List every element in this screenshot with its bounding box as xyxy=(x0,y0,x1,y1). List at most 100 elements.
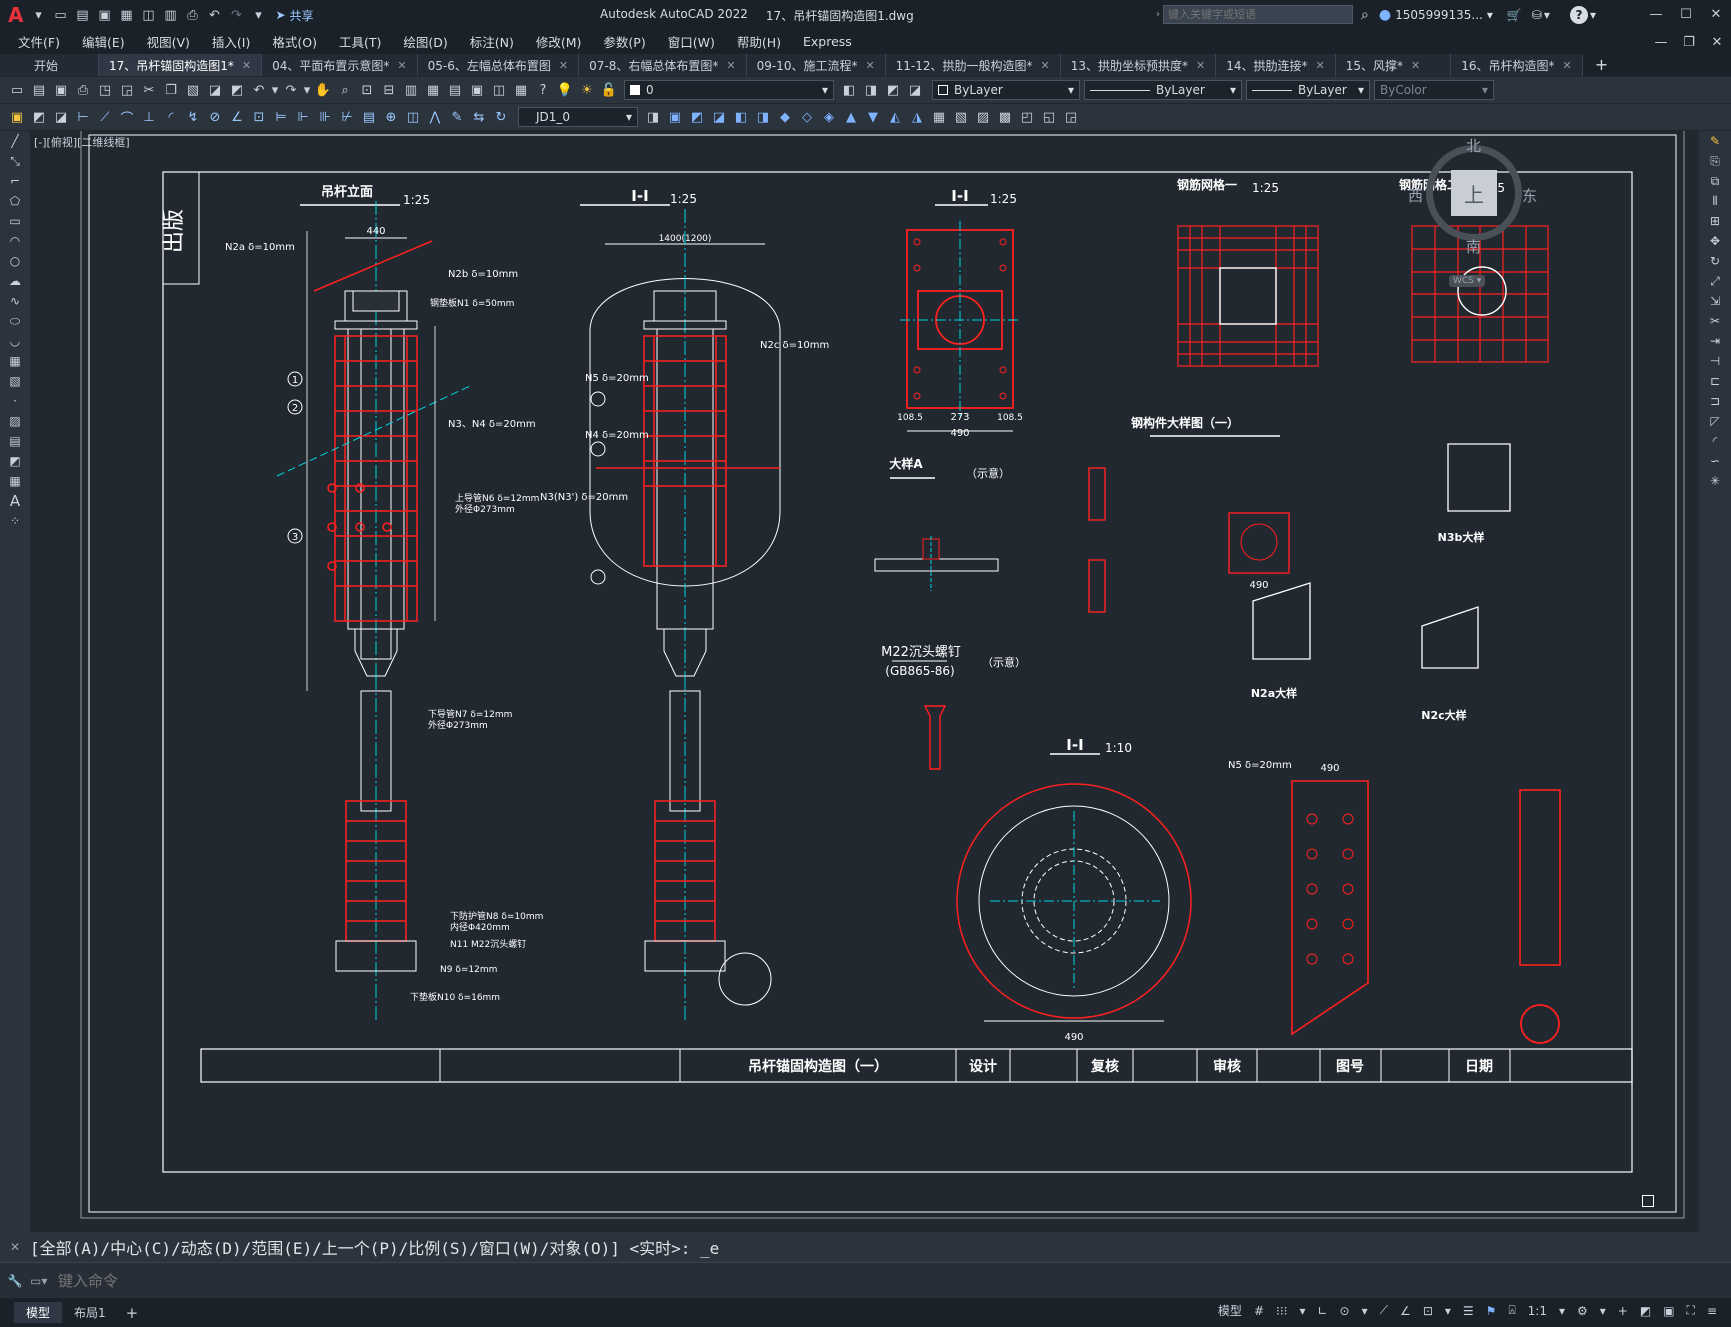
app-menu-chevron-icon[interactable]: ▾ xyxy=(27,5,49,25)
dim-jogged-icon[interactable]: ↯ xyxy=(182,107,204,127)
zoom-window-icon[interactable]: ⊡ xyxy=(356,80,378,100)
hatch-icon[interactable]: ▨ xyxy=(0,411,30,431)
tab-doc-14[interactable]: 14、拱肋连接* ✕ xyxy=(1216,54,1336,76)
ortho-icon[interactable]: ∟ xyxy=(1311,1304,1333,1318)
markup-icon[interactable]: ◫ xyxy=(488,80,510,100)
lineweight-dropdown[interactable]: ByLayer ▾ xyxy=(1246,80,1370,100)
wcs-button[interactable]: WCS ▾ xyxy=(1449,275,1486,287)
layer-previous-icon[interactable]: ◧ xyxy=(838,80,860,100)
layer-dropdown[interactable]: 0 ▾ xyxy=(624,80,834,100)
view-se-icon[interactable]: ◇ xyxy=(796,107,818,127)
layer-state-icon[interactable]: 💡 xyxy=(554,80,576,100)
tab-doc-07[interactable]: 07-8、右幅总体布置图* ✕ xyxy=(579,54,747,76)
lineweight-icon[interactable]: ☰ xyxy=(1457,1304,1480,1318)
osnap-tracking-icon[interactable]: ∠ xyxy=(1394,1304,1417,1318)
copy-icon[interactable]: ❐ xyxy=(160,80,182,100)
revcloud-icon[interactable]: ☁ xyxy=(0,271,30,291)
command-customize-icon[interactable]: 🔧 xyxy=(0,1274,30,1288)
workspace-chevron-icon[interactable]: ▾ xyxy=(1594,1304,1612,1318)
redo-chevron-icon[interactable]: ▾ xyxy=(302,80,312,100)
erase-icon[interactable]: ✎ xyxy=(1699,131,1731,151)
dim-space-icon[interactable]: ⊪ xyxy=(314,107,336,127)
linetype-dropdown[interactable]: ByLayer ▾ xyxy=(1084,80,1242,100)
refedit-icon[interactable]: ◱ xyxy=(1038,107,1060,127)
xclip-icon[interactable]: ◰ xyxy=(1016,107,1038,127)
osnap-icon[interactable]: ⊡ xyxy=(1417,1304,1439,1318)
tab-doc-15[interactable]: 15、风撑* ✕ xyxy=(1335,54,1452,76)
plot-icon[interactable]: ▥ xyxy=(159,5,181,25)
new-tab-icon[interactable]: + xyxy=(1595,55,1608,76)
view-sw-icon[interactable]: ◆ xyxy=(774,107,796,127)
search-input[interactable] xyxy=(1163,5,1353,24)
tab-doc-17[interactable]: 17、吊杆锚固构造图1* ✕ xyxy=(99,54,263,76)
blend-icon[interactable]: ∽ xyxy=(1699,451,1731,471)
block-insert-icon[interactable]: ▦ xyxy=(928,107,950,127)
tab-close-icon[interactable]: ✕ xyxy=(1196,59,1205,72)
view-ne-icon[interactable]: ◈ xyxy=(818,107,840,127)
color-dropdown[interactable]: ByLayer ▾ xyxy=(932,80,1080,100)
search-icon[interactable]: ⌕ xyxy=(1361,7,1369,23)
tab-doc-13[interactable]: 13、拱肋坐标预拱度* ✕ xyxy=(1060,54,1217,76)
add-annotation-icon[interactable]: + xyxy=(1612,1304,1634,1318)
view-top-icon[interactable]: ◩ xyxy=(686,107,708,127)
viewcube-west[interactable]: 西 xyxy=(1408,185,1423,206)
tab-doc-16[interactable]: 16、吊杆构造图* ✕ xyxy=(1451,54,1583,76)
view-right-icon[interactable]: ◨ xyxy=(752,107,774,127)
layer-lock-icon[interactable]: 🔓 xyxy=(598,80,620,100)
dim-linear-icon[interactable]: ⊢ xyxy=(72,107,94,127)
tab-start[interactable]: 开始 xyxy=(0,54,100,76)
ws3-icon[interactable]: ◪ xyxy=(50,107,72,127)
search-expand-icon[interactable]: › xyxy=(1156,9,1160,20)
menu-edit[interactable]: 编辑(E) xyxy=(71,32,136,51)
redo-icon[interactable]: ↷ xyxy=(225,5,247,25)
osnap-chevron-icon[interactable]: ▾ xyxy=(1439,1304,1457,1318)
extend-icon[interactable]: ⇥ xyxy=(1699,331,1731,351)
scale-icon[interactable]: ⤢ xyxy=(1699,271,1731,291)
doc-restore-icon[interactable]: ❐ xyxy=(1675,32,1703,52)
customize-chevron-icon[interactable]: ▾ xyxy=(247,5,269,25)
customize-status-icon[interactable]: ≡ xyxy=(1701,1304,1723,1318)
ws-icon[interactable]: ▣ xyxy=(6,107,28,127)
menu-express[interactable]: Express xyxy=(792,34,863,49)
dim-arc-icon[interactable]: ⌒ xyxy=(116,107,138,127)
ellipse-arc-icon[interactable]: ◡ xyxy=(0,331,30,351)
polygon-icon[interactable]: ⬠ xyxy=(0,191,30,211)
polar-chevron-icon[interactable]: ▾ xyxy=(1356,1304,1374,1318)
tab-doc-04[interactable]: 04、平面布置示意图* ✕ xyxy=(262,54,418,76)
menu-parametric[interactable]: 参数(P) xyxy=(592,32,656,51)
user-chevron-icon[interactable]: ▾ xyxy=(1487,8,1493,22)
line-icon[interactable]: ╱ xyxy=(0,131,30,151)
view-iso-icon[interactable]: ◭ xyxy=(884,107,906,127)
dim-baseline-icon[interactable]: ⊨ xyxy=(270,107,292,127)
trim-icon[interactable]: ✂ xyxy=(1699,311,1731,331)
menu-tools[interactable]: 工具(T) xyxy=(328,32,392,51)
properties-icon[interactable]: ▥ xyxy=(400,80,422,100)
menu-window[interactable]: 窗口(W) xyxy=(657,32,726,51)
layer-manager-icon[interactable]: ◨ xyxy=(860,80,882,100)
chamfer-icon[interactable]: ◸ xyxy=(1699,411,1731,431)
sheetset-icon[interactable]: ▣ xyxy=(466,80,488,100)
break-icon[interactable]: ⊏ xyxy=(1699,371,1731,391)
ellipse-icon[interactable]: ⬭ xyxy=(0,311,30,331)
command-close-icon[interactable]: ✕ xyxy=(0,1240,30,1254)
center-mark-icon[interactable]: ⊕ xyxy=(380,107,402,127)
undo-icon[interactable]: ↶ xyxy=(203,5,225,25)
view-front-icon[interactable]: ▣ xyxy=(664,107,686,127)
arc-icon[interactable]: ◠ xyxy=(0,231,30,251)
zoom-previous-icon[interactable]: ⊟ xyxy=(378,80,400,100)
isodraft-icon[interactable]: ⟋ xyxy=(1374,1303,1394,1318)
new-icon[interactable]: ▭ xyxy=(49,5,71,25)
model-space-button[interactable]: 模型 xyxy=(1212,1302,1248,1319)
help-chevron-icon[interactable]: ▾ xyxy=(1590,8,1596,22)
snap-chevron-icon[interactable]: ▾ xyxy=(1293,1304,1311,1318)
autodesk-app-icon[interactable]: ⛁ xyxy=(1532,8,1542,22)
viewcube-east[interactable]: 东 xyxy=(1522,185,1537,206)
viewcube-south[interactable]: 南 xyxy=(1466,236,1481,257)
tab-doc-05[interactable]: 05-6、左幅总体布置图 ✕ xyxy=(417,54,580,76)
tab-close-icon[interactable]: ✕ xyxy=(1411,59,1420,72)
calculator-icon[interactable]: ▦ xyxy=(510,80,532,100)
dim-update-icon[interactable]: ↻ xyxy=(490,107,512,127)
paste-icon[interactable]: ▧ xyxy=(182,80,204,100)
tab-doc-11[interactable]: 11-12、拱肋一般构造图* ✕ xyxy=(885,54,1061,76)
designcenter-icon[interactable]: ▦ xyxy=(422,80,444,100)
